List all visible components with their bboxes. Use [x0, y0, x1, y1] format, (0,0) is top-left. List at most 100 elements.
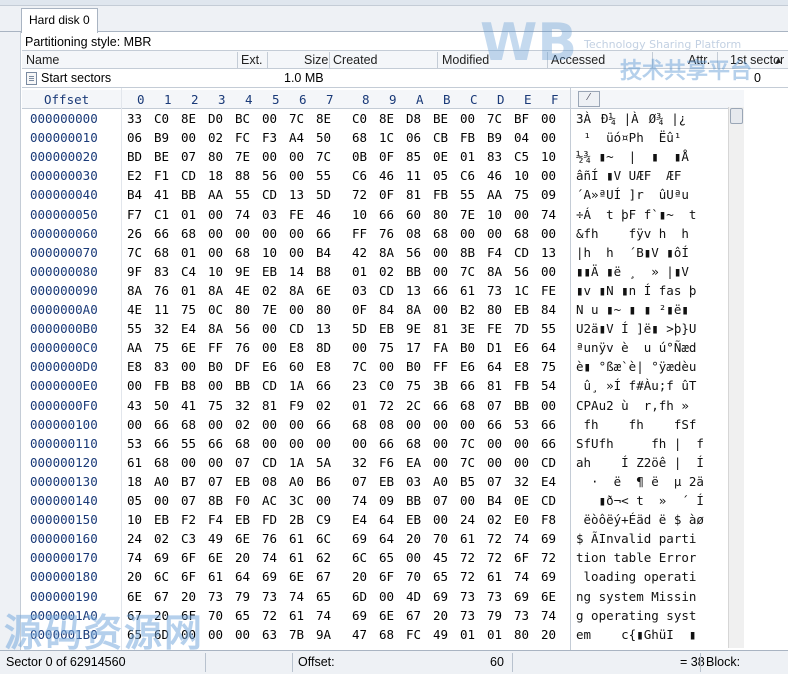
hex-byte[interactable]: 41: [181, 398, 196, 413]
hex-byte[interactable]: BB: [235, 378, 250, 393]
hex-byte[interactable]: 32: [154, 321, 169, 336]
hex-byte[interactable]: 03: [262, 207, 277, 222]
hex-byte[interactable]: 00: [235, 627, 250, 642]
hex-row[interactable]: 000000120 61 68 00 00 07 CD 1A 5A 32 F6 EA 00 7C 00 00 C…: [22, 453, 728, 472]
hex-byte[interactable]: 55: [541, 321, 556, 336]
col-name[interactable]: Name: [26, 53, 59, 67]
hex-byte[interactable]: 6D: [154, 627, 169, 642]
hex-byte[interactable]: 74: [541, 608, 556, 623]
hex-byte[interactable]: 6E: [208, 550, 223, 565]
hex-byte[interactable]: B9: [487, 130, 502, 145]
row-ascii[interactable]: è▮ °ßæ`è| °ÿædèu: [576, 359, 696, 374]
hex-byte[interactable]: 00: [289, 226, 304, 241]
hex-byte[interactable]: 10: [514, 168, 529, 183]
hex-byte[interactable]: 9F: [127, 264, 142, 279]
hex-byte[interactable]: 33: [127, 111, 142, 126]
hex-byte[interactable]: 66: [487, 417, 502, 432]
hex-byte[interactable]: 7C: [352, 359, 367, 374]
hex-byte[interactable]: 55: [235, 187, 250, 202]
hex-byte[interactable]: 20: [406, 531, 421, 546]
hex-byte[interactable]: 10: [127, 512, 142, 527]
hex-byte[interactable]: B7: [181, 474, 196, 489]
hex-byte[interactable]: 68: [433, 226, 448, 241]
hex-byte[interactable]: 18: [208, 168, 223, 183]
hex-byte[interactable]: F0: [235, 493, 250, 508]
hex-byte[interactable]: 66: [154, 226, 169, 241]
row-ascii[interactable]: fh fh fSf: [576, 417, 697, 432]
hex-byte[interactable]: E6: [514, 340, 529, 355]
hex-byte[interactable]: 00: [541, 111, 556, 126]
ascii-column-marker-icon[interactable]: ⁄: [578, 91, 600, 107]
hex-byte[interactable]: 13: [316, 321, 331, 336]
hex-byte[interactable]: B6: [316, 474, 331, 489]
col-size[interactable]: Size: [304, 53, 328, 67]
hex-byte[interactable]: 7B: [289, 627, 304, 642]
hex-byte[interactable]: 00: [289, 302, 304, 317]
hex-byte[interactable]: 66: [154, 436, 169, 451]
hex-row[interactable]: 0000000C0 AA 75 6E FF 76 00 E8 8D 00 75 17 FA B0 D1 E6 6…: [22, 338, 728, 357]
hex-byte[interactable]: C1: [154, 207, 169, 222]
hex-byte[interactable]: 6E: [379, 608, 394, 623]
col-ext[interactable]: Ext.: [241, 53, 263, 67]
hex-byte[interactable]: 00: [352, 436, 367, 451]
hex-byte[interactable]: F1: [154, 168, 169, 183]
hex-byte[interactable]: 75: [406, 378, 421, 393]
hex-byte[interactable]: 01: [352, 264, 367, 279]
hex-byte[interactable]: C0: [379, 378, 394, 393]
hex-byte[interactable]: 72: [379, 398, 394, 413]
hex-byte[interactable]: 7C: [460, 436, 475, 451]
hex-byte[interactable]: 00: [433, 302, 448, 317]
hex-byte[interactable]: 50: [316, 130, 331, 145]
hex-byte[interactable]: 66: [541, 417, 556, 432]
hex-byte[interactable]: FA: [433, 340, 448, 355]
hex-byte[interactable]: 46: [316, 207, 331, 222]
row-ascii[interactable]: û¸ »Í f#Àu;f ûT: [576, 378, 697, 393]
hex-byte[interactable]: 49: [208, 531, 223, 546]
row-ascii[interactable]: · ë ¶ ë µ 2ä: [576, 474, 704, 489]
hex-byte[interactable]: E4: [181, 321, 196, 336]
hex-byte[interactable]: 32: [235, 398, 250, 413]
hex-byte[interactable]: 3E: [460, 321, 475, 336]
hex-byte[interactable]: CD: [262, 455, 277, 470]
hex-byte[interactable]: 72: [487, 550, 502, 565]
hex-byte[interactable]: 74: [235, 207, 250, 222]
hex-row[interactable]: 0000001A0 67 20 6F 70 65 72 61 74 69 6E 67 20 73 79 73 7…: [22, 606, 728, 625]
hex-byte[interactable]: 67: [154, 589, 169, 604]
hex-byte[interactable]: 65: [235, 608, 250, 623]
hex-byte[interactable]: CD: [379, 283, 394, 298]
hex-byte[interactable]: 00: [406, 550, 421, 565]
hex-byte[interactable]: 00: [262, 340, 277, 355]
hex-byte[interactable]: 32: [514, 474, 529, 489]
hex-byte[interactable]: FF: [208, 340, 223, 355]
hex-byte[interactable]: 6E: [541, 589, 556, 604]
hex-byte[interactable]: 66: [208, 436, 223, 451]
hex-byte[interactable]: 50: [154, 398, 169, 413]
hex-byte[interactable]: C9: [316, 512, 331, 527]
hex-byte[interactable]: 00: [316, 493, 331, 508]
hex-byte[interactable]: 00: [433, 512, 448, 527]
hex-byte[interactable]: 64: [379, 512, 394, 527]
hex-byte[interactable]: 68: [235, 245, 250, 260]
hex-byte[interactable]: 66: [433, 283, 448, 298]
hex-byte[interactable]: FD: [262, 512, 277, 527]
hex-byte[interactable]: 6C: [316, 531, 331, 546]
hex-byte[interactable]: 00: [208, 378, 223, 393]
hex-byte[interactable]: 00: [262, 436, 277, 451]
hex-byte[interactable]: 8A: [208, 321, 223, 336]
hex-byte[interactable]: 74: [514, 531, 529, 546]
hex-byte[interactable]: 00: [181, 627, 196, 642]
hex-byte[interactable]: FE: [487, 321, 502, 336]
hex-byte[interactable]: 20: [154, 608, 169, 623]
hex-byte[interactable]: 56: [406, 245, 421, 260]
partition-row[interactable]: Start sectors 1.0 MB 0: [22, 69, 788, 88]
hex-byte[interactable]: CD: [514, 245, 529, 260]
hex-byte[interactable]: 41: [154, 187, 169, 202]
hex-byte[interactable]: 67: [316, 569, 331, 584]
hex-byte[interactable]: 72: [262, 608, 277, 623]
hex-byte[interactable]: 76: [235, 340, 250, 355]
hex-byte[interactable]: 61: [289, 608, 304, 623]
hex-byte[interactable]: 11: [154, 302, 169, 317]
hex-byte[interactable]: 00: [289, 436, 304, 451]
hex-byte[interactable]: 04: [514, 130, 529, 145]
row-ascii[interactable]: ¹ üó¤Ph Ëû¹: [576, 130, 682, 145]
